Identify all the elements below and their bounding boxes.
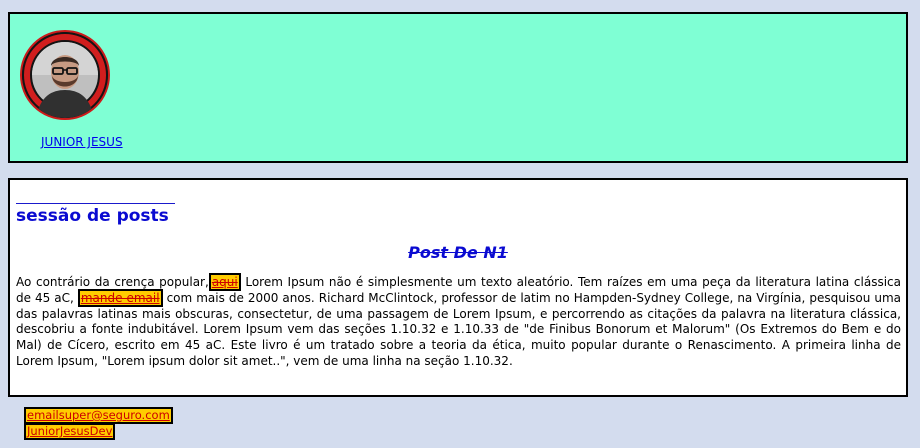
here-link[interactable]: aqui (208, 273, 241, 291)
avatar (20, 30, 110, 120)
profile-name-link[interactable]: JUNIOR JESUS (41, 135, 123, 149)
section-title: sessão de posts (16, 206, 169, 226)
section-divider (16, 203, 175, 204)
post-text-part: Ao contrário da crença popular, (16, 275, 209, 289)
send-email-link[interactable]: mande email (77, 288, 163, 307)
header: JUNIOR JESUS (8, 12, 908, 163)
avatar-photo (22, 32, 108, 118)
post-title: Post De N1 (408, 243, 508, 262)
footer-username-link[interactable]: JuniorJesusDev (24, 423, 116, 440)
posts-section: sessão de posts Post De N1 Ao contrário … (8, 178, 908, 397)
footer-email-link[interactable]: emailsuper@seguro.com (24, 407, 173, 424)
post-body: Ao contrário da crença popular, aqui Lore… (16, 273, 901, 370)
